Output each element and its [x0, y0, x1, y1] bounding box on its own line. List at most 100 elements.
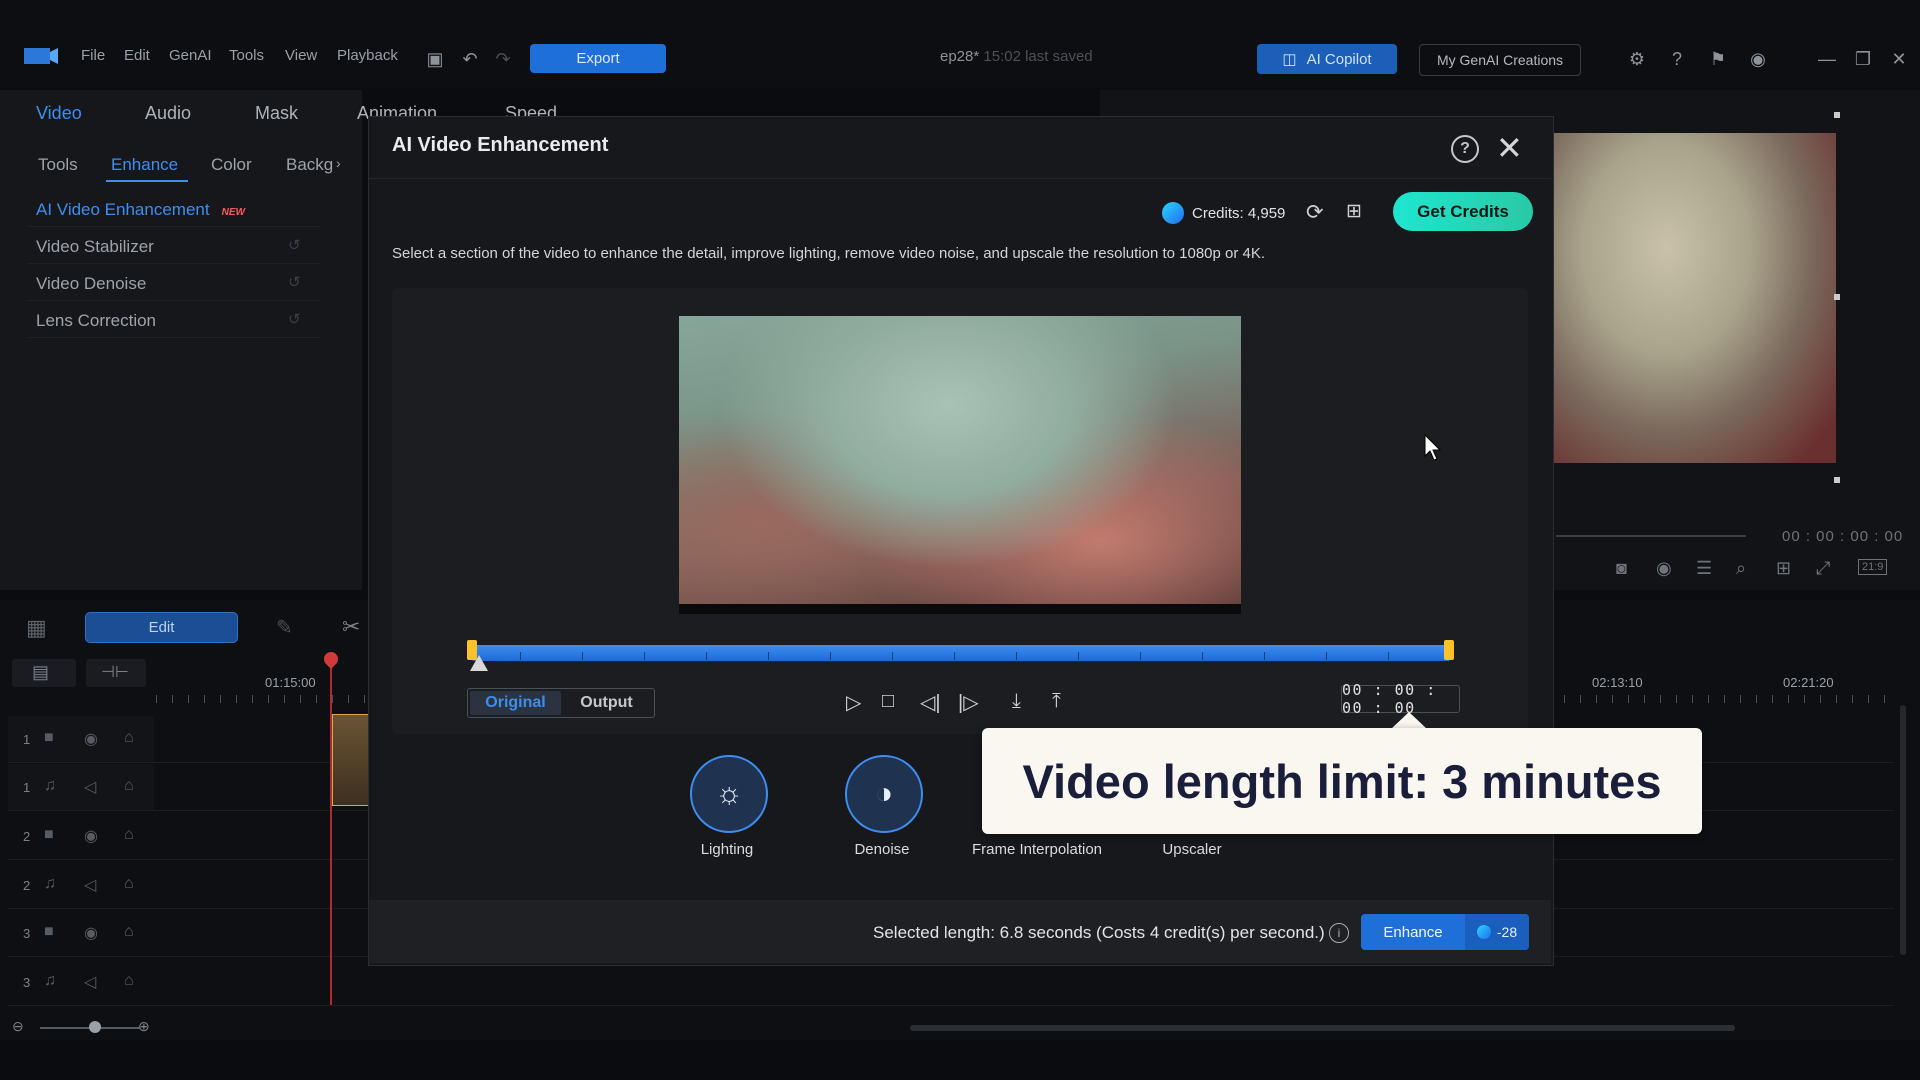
- mark-out-icon[interactable]: ⤒: [1052, 690, 1061, 713]
- bulb-icon[interactable]: ☼: [690, 755, 768, 833]
- help-icon[interactable]: ?: [1451, 135, 1479, 163]
- subtab-color[interactable]: Color: [211, 155, 252, 175]
- trim-end-handle[interactable]: [1444, 640, 1454, 660]
- trim-tick: [1326, 652, 1327, 660]
- refresh-icon[interactable]: ⟳: [1306, 200, 1324, 225]
- zoom-icon[interactable]: ⌕: [1736, 558, 1746, 579]
- reset-icon[interactable]: ↺: [288, 236, 301, 254]
- undo-icon[interactable]: ↶: [459, 48, 481, 70]
- reset-icon[interactable]: ↺: [288, 273, 301, 291]
- aspect-ratio-badge[interactable]: 21:9: [1858, 559, 1888, 575]
- timeline-scrollbar[interactable]: [910, 1025, 1735, 1031]
- menu-genai[interactable]: GenAI: [169, 47, 212, 64]
- eye-icon[interactable]: ◉: [84, 826, 98, 846]
- play-icon[interactable]: ▷: [846, 690, 861, 715]
- gift-icon[interactable]: ⊞: [1346, 200, 1362, 223]
- pen-icon[interactable]: ✎: [276, 615, 293, 640]
- edit-button[interactable]: Edit: [85, 612, 238, 643]
- help-icon[interactable]: ?: [1666, 48, 1688, 70]
- scissors-icon[interactable]: ✂: [342, 614, 360, 640]
- denoise-icon[interactable]: ◑: [845, 755, 923, 833]
- top-bar: File Edit GenAI Tools View Playback ▣ ↶ …: [0, 0, 1920, 88]
- zoom-in-icon[interactable]: ⊕: [138, 1018, 150, 1035]
- enhance-button[interactable]: Enhance -28: [1361, 914, 1529, 950]
- tab-mask[interactable]: Mask: [255, 103, 298, 124]
- speaker-icon[interactable]: ◁: [84, 972, 96, 992]
- trim-tick: [1202, 652, 1203, 660]
- resize-handle[interactable]: [1834, 477, 1840, 483]
- track-row-audio-3[interactable]: [8, 959, 1894, 1006]
- grid-icon[interactable]: ⊞: [1776, 558, 1791, 579]
- trim-tick: [1016, 652, 1017, 660]
- notification-icon[interactable]: ⚑: [1707, 48, 1729, 70]
- stop-icon[interactable]: □: [882, 690, 894, 713]
- feature-video-stabilizer[interactable]: Video Stabilizer: [36, 237, 154, 257]
- snapshot-icon[interactable]: ◙: [1616, 558, 1627, 579]
- lock-icon[interactable]: ⌂: [124, 729, 134, 747]
- video-clip[interactable]: [332, 714, 370, 806]
- toggle-original[interactable]: Original: [470, 691, 561, 715]
- menu-file[interactable]: File: [81, 47, 105, 64]
- close-icon[interactable]: ✕: [1496, 129, 1523, 167]
- resize-handle[interactable]: [1834, 112, 1840, 118]
- lock-icon[interactable]: ⌂: [124, 826, 134, 844]
- tab-audio[interactable]: Audio: [145, 103, 191, 124]
- minimize-icon[interactable]: —: [1816, 48, 1838, 70]
- music-note-icon: ♫: [44, 972, 56, 989]
- subtab-tools[interactable]: Tools: [38, 155, 78, 175]
- subtitle-icon[interactable]: ☰: [1696, 558, 1712, 579]
- menu-playback[interactable]: Playback: [337, 47, 398, 64]
- speaker-icon[interactable]: ◁: [84, 875, 96, 895]
- zoom-out-icon[interactable]: ⊖: [12, 1018, 24, 1035]
- original-output-toggle[interactable]: Original Output: [467, 688, 655, 718]
- storyboard-icon[interactable]: ▦: [26, 615, 47, 641]
- preview-scrubber[interactable]: [1556, 535, 1746, 537]
- previous-frame-icon[interactable]: ◁|: [920, 690, 941, 715]
- next-frame-icon[interactable]: |▷: [958, 690, 979, 715]
- chevron-right-icon[interactable]: ›: [336, 155, 341, 171]
- subtab-enhance[interactable]: Enhance: [111, 155, 178, 175]
- my-genai-creations-button[interactable]: My GenAI Creations: [1419, 44, 1581, 76]
- settings-gear-icon[interactable]: ⚙: [1626, 48, 1648, 70]
- feature-ai-video-enhancement[interactable]: AI Video Enhancement NEW: [36, 200, 245, 220]
- subtab-background[interactable]: Backg: [286, 155, 333, 175]
- export-button[interactable]: Export: [530, 44, 666, 73]
- feature-lens-correction[interactable]: Lens Correction: [36, 311, 156, 331]
- tab-video[interactable]: Video: [36, 103, 82, 124]
- close-window-icon[interactable]: ✕: [1888, 48, 1910, 70]
- account-icon[interactable]: ◉: [1747, 48, 1769, 70]
- playhead-marker[interactable]: [470, 655, 488, 671]
- menu-edit[interactable]: Edit: [124, 47, 150, 64]
- mark-in-icon[interactable]: ⤓: [1012, 690, 1021, 713]
- restore-icon[interactable]: ❐: [1852, 48, 1874, 70]
- lock-icon[interactable]: ⌂: [124, 923, 134, 941]
- menu-tools[interactable]: Tools: [229, 47, 264, 64]
- toggle-output[interactable]: Output: [561, 691, 652, 715]
- eye-icon[interactable]: ◉: [84, 923, 98, 943]
- divider: [369, 178, 1551, 179]
- lock-icon[interactable]: ⌂: [124, 875, 134, 893]
- info-icon[interactable]: i: [1329, 923, 1349, 943]
- resize-handle[interactable]: [1834, 294, 1840, 300]
- save-icon[interactable]: ▣: [424, 48, 446, 70]
- project-title: ep28* 15:02 last saved: [940, 48, 1093, 65]
- robot-icon: ◫: [1282, 51, 1297, 68]
- reset-icon[interactable]: ↺: [288, 310, 301, 328]
- preview-video: [1553, 133, 1836, 463]
- lock-icon[interactable]: ⌂: [124, 972, 134, 990]
- trim-range-bar[interactable]: [472, 645, 1450, 661]
- playhead[interactable]: [330, 660, 332, 1005]
- fullscreen-icon[interactable]: ⤢: [1816, 558, 1830, 579]
- zoom-slider-handle[interactable]: [89, 1021, 101, 1033]
- speaker-icon[interactable]: ◁: [84, 777, 96, 797]
- menu-view[interactable]: View: [285, 47, 317, 64]
- lock-icon[interactable]: ⌂: [124, 777, 134, 795]
- get-credits-button[interactable]: Get Credits: [1393, 192, 1533, 231]
- timeline-vscrollbar[interactable]: [1900, 705, 1906, 955]
- playback-mode-icon[interactable]: ◉: [1656, 558, 1672, 579]
- track-header: 1 ♫ ◁ ⌂: [8, 764, 154, 810]
- feature-video-denoise[interactable]: Video Denoise: [36, 274, 146, 294]
- redo-icon[interactable]: ↷: [492, 48, 514, 70]
- ai-copilot-button[interactable]: ◫ AI Copilot: [1257, 44, 1397, 74]
- eye-icon[interactable]: ◉: [84, 729, 98, 749]
